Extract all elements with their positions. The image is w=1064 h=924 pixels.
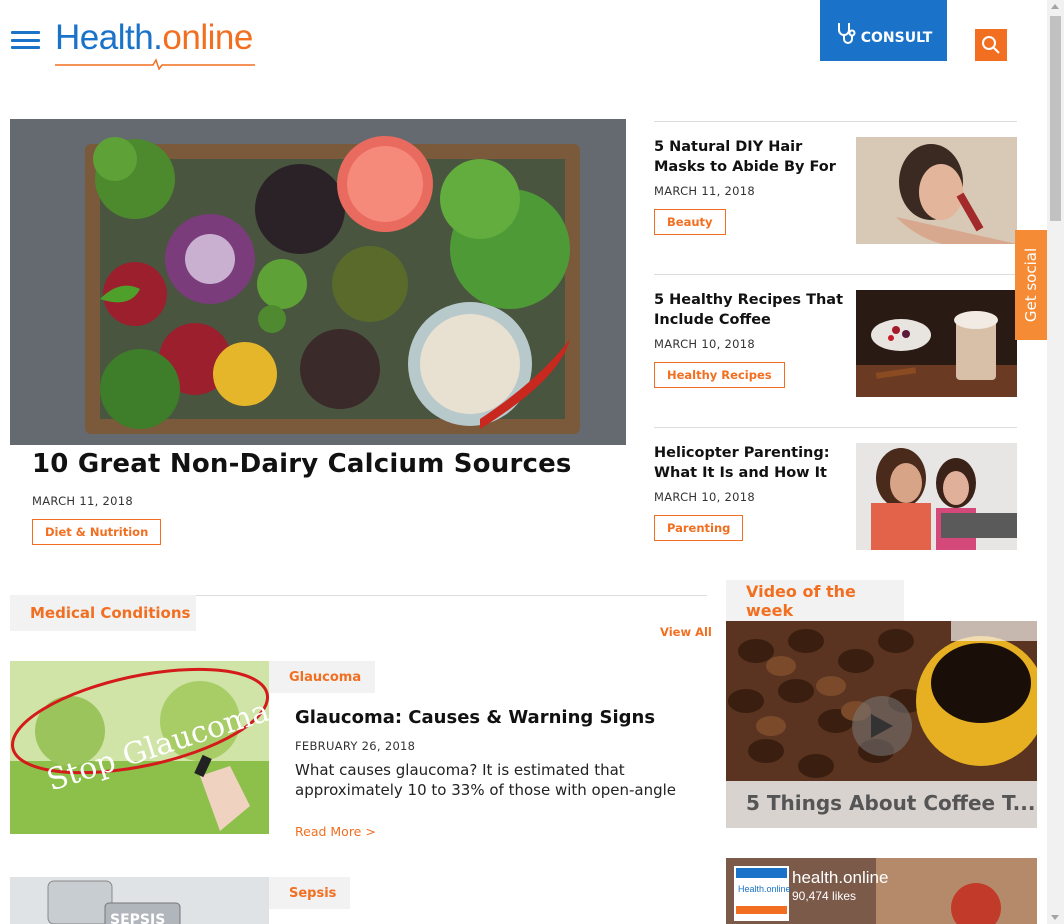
scroll-down-icon[interactable] <box>1051 915 1059 920</box>
side-article-date: MARCH 11, 2018 <box>654 184 755 198</box>
facebook-logo-text: Health.online <box>738 884 791 894</box>
logo-online-text: online <box>162 18 253 57</box>
side-article-image[interactable] <box>856 137 1017 244</box>
search-icon <box>982 36 1000 54</box>
consult-button[interactable]: CONSULT <box>820 0 947 61</box>
get-social-label: Get social <box>1022 247 1040 323</box>
side-article-date: MARCH 10, 2018 <box>654 337 755 351</box>
page-scrollbar[interactable] <box>1047 0 1064 924</box>
menu-icon[interactable] <box>11 31 40 49</box>
search-button[interactable] <box>975 29 1007 61</box>
article-image-text: SEPSIS <box>110 912 165 924</box>
side-article[interactable]: Helicopter Parenting: What It Is and How… <box>654 427 1017 552</box>
view-all-link[interactable]: View All <box>660 625 712 639</box>
video-thumbnail[interactable]: 5 Things About Coffee T... <box>726 621 1037 828</box>
side-article-date: MARCH 10, 2018 <box>654 490 755 504</box>
article-date: FEBRUARY 26, 2018 <box>295 739 416 753</box>
facebook-page-widget[interactable]: Health.online health.online 90,474 likes <box>726 858 1037 924</box>
article-image[interactable]: SEPSIS <box>10 877 269 924</box>
side-article[interactable]: 5 Natural DIY Hair Masks to Abide By For… <box>654 121 1017 274</box>
facebook-likes-count: 90,474 likes <box>792 889 857 903</box>
site-logo[interactable]: Health.online <box>55 18 255 70</box>
logo-heartbeat-icon <box>55 58 255 70</box>
article-image[interactable]: Stop Glaucoma <box>10 661 269 834</box>
article-description: What causes glaucoma? It is estimated th… <box>295 761 677 799</box>
video-caption[interactable]: 5 Things About Coffee T... <box>726 781 1037 828</box>
scroll-up-icon[interactable] <box>1051 4 1059 9</box>
side-article-image[interactable] <box>856 290 1017 397</box>
play-icon <box>871 714 893 738</box>
logo-health-text: Health <box>55 18 154 57</box>
side-article-title[interactable]: 5 Healthy Recipes That Include Coffee <box>654 290 844 330</box>
article-category[interactable]: Glaucoma <box>269 661 375 693</box>
side-article-tag[interactable]: Beauty <box>654 209 726 235</box>
consult-label: CONSULT <box>860 29 933 46</box>
featured-date: MARCH 11, 2018 <box>32 494 133 508</box>
side-article-image[interactable] <box>856 443 1017 550</box>
read-more-link[interactable]: Read More > <box>295 824 376 839</box>
get-social-tab[interactable]: Get social <box>1015 230 1047 340</box>
side-article-tag[interactable]: Parenting <box>654 515 744 541</box>
article-title[interactable]: Glaucoma: Causes & Warning Signs <box>295 707 655 728</box>
scrollbar-thumb[interactable] <box>1050 16 1061 221</box>
side-article[interactable]: 5 Healthy Recipes That Include Coffee MA… <box>654 274 1017 427</box>
facebook-page-logo[interactable]: Health.online <box>734 866 791 921</box>
side-article-title[interactable]: Helicopter Parenting: What It Is and How… <box>654 443 844 483</box>
medical-conditions-heading[interactable]: Medical Conditions <box>10 595 196 631</box>
featured-title[interactable]: 10 Great Non-Dairy Calcium Sources <box>32 449 572 479</box>
featured-image[interactable] <box>10 119 626 445</box>
featured-tag[interactable]: Diet & Nutrition <box>32 519 162 545</box>
video-heading: Video of the week <box>726 580 904 621</box>
facebook-page-name[interactable]: health.online <box>792 868 888 888</box>
stethoscope-icon <box>837 22 856 44</box>
side-article-tag[interactable]: Healthy Recipes <box>654 362 785 388</box>
side-article-title[interactable]: 5 Natural DIY Hair Masks to Abide By For <box>654 137 844 177</box>
article-category[interactable]: Sepsis <box>269 877 350 909</box>
play-button[interactable] <box>852 696 912 756</box>
